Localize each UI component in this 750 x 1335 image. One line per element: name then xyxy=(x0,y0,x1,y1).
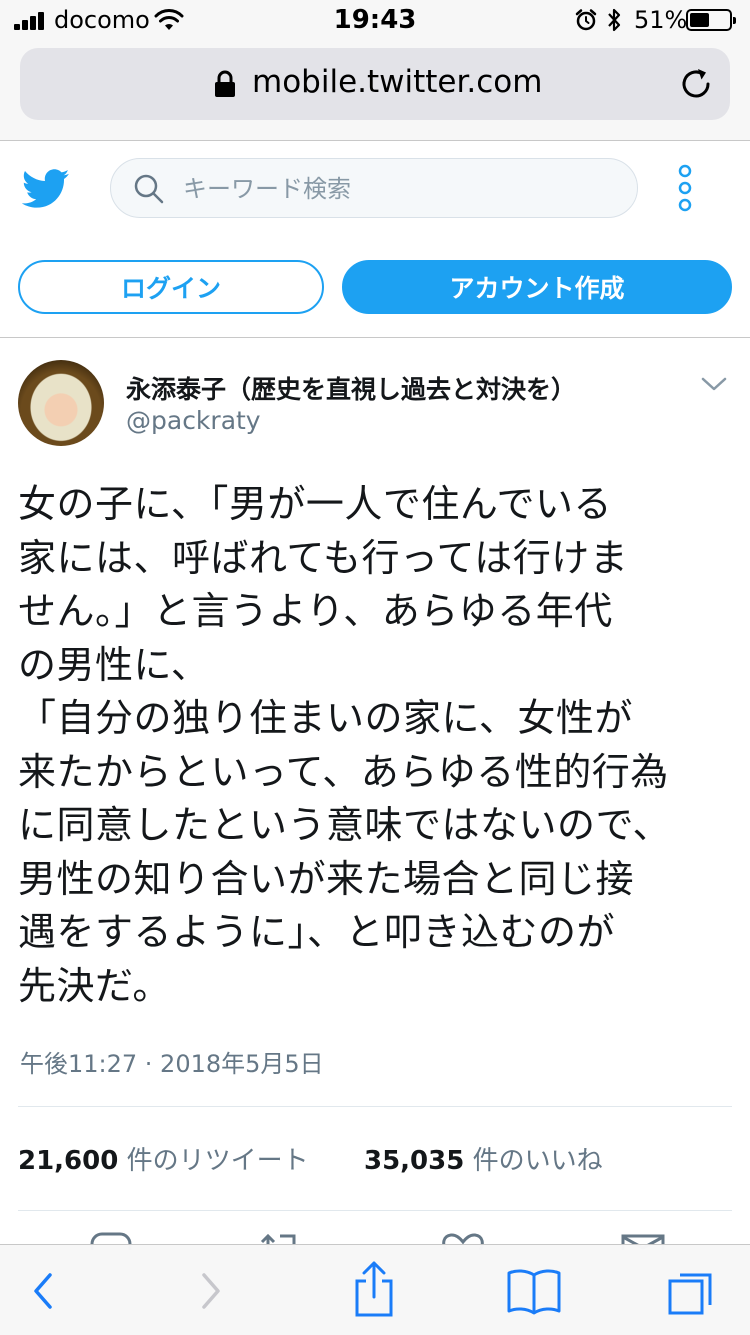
retweet-stat[interactable]: 21,600 件のリツイート xyxy=(18,1140,309,1177)
author-name[interactable]: 永添泰子（歴史を直視し過去と対決を） xyxy=(126,370,576,406)
search-icon xyxy=(134,174,164,204)
battery-icon xyxy=(686,9,736,31)
signup-button[interactable]: アカウント作成 xyxy=(342,260,732,314)
tabs-icon[interactable] xyxy=(666,1265,718,1317)
battery-level-fill xyxy=(690,13,710,27)
reload-icon[interactable] xyxy=(678,66,714,102)
like-count: 35,035 xyxy=(364,1146,465,1176)
twitter-bird-icon[interactable] xyxy=(22,168,70,210)
like-stat[interactable]: 35,035 件のいいね xyxy=(364,1140,603,1177)
address-bar[interactable]: mobile.twitter.com xyxy=(20,48,730,120)
forward-icon[interactable] xyxy=(198,1271,224,1311)
chevron-down-icon[interactable] xyxy=(700,374,728,394)
battery-percentage: 51% xyxy=(634,6,688,34)
retweet-count: 21,600 xyxy=(18,1146,119,1176)
stats-divider-bottom xyxy=(18,1210,732,1211)
more-vertical-icon[interactable] xyxy=(673,163,697,213)
search-input[interactable] xyxy=(181,167,615,211)
search-box[interactable] xyxy=(110,158,638,218)
tweet-timestamp[interactable]: 午後11:27 · 2018年5月5日 xyxy=(20,1044,324,1079)
tweet-text: 女の子に、「男が一人で住んでいる 家には、呼ばれても行っては行けま せん。」と言… xyxy=(18,482,671,1008)
stats-divider-top xyxy=(18,1106,732,1107)
url-text[interactable]: mobile.twitter.com xyxy=(252,64,542,100)
share-icon[interactable] xyxy=(352,1259,396,1319)
bluetooth-icon xyxy=(608,8,621,32)
like-label: 件のいいね xyxy=(472,1146,603,1176)
login-button[interactable]: ログイン xyxy=(18,260,324,314)
alarm-icon xyxy=(575,9,597,31)
status-bar: docomo 19:43 51% xyxy=(0,0,750,40)
browser-toolbar xyxy=(0,1244,750,1335)
lock-icon xyxy=(215,70,235,97)
back-icon[interactable] xyxy=(30,1271,56,1311)
header-divider xyxy=(0,337,750,338)
retweet-label: 件のリツイート xyxy=(126,1146,309,1176)
browser-address-area: mobile.twitter.com xyxy=(0,40,750,141)
avatar[interactable] xyxy=(18,360,104,446)
bookmarks-icon[interactable] xyxy=(506,1267,562,1315)
author-handle[interactable]: @packraty xyxy=(126,406,261,435)
